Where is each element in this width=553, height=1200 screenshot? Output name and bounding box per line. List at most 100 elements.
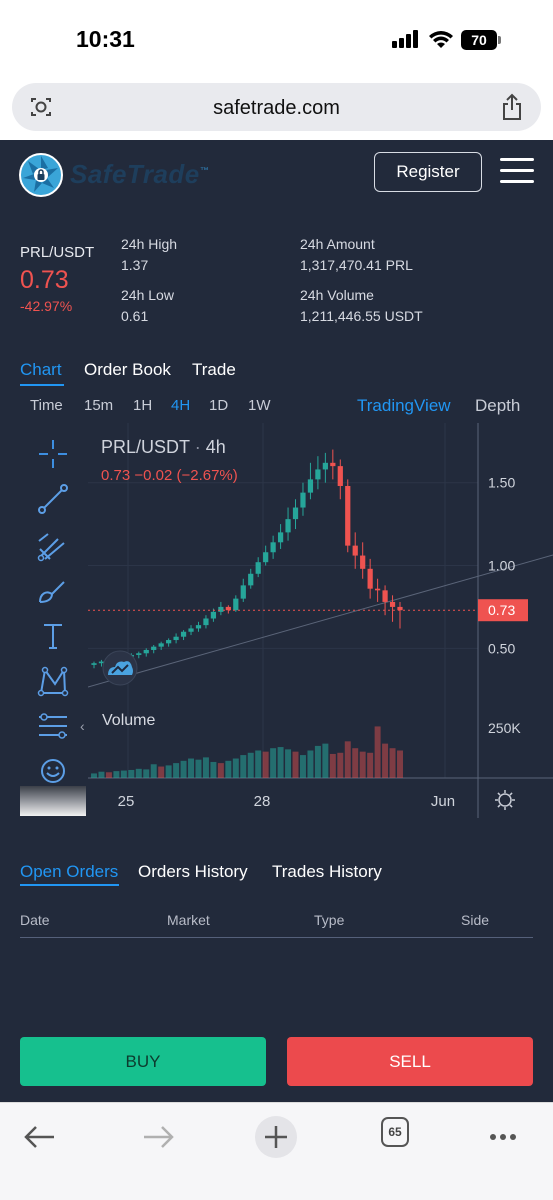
pair-name: PRL/USDT [20,244,95,261]
brush-icon[interactable] [36,574,70,608]
price-tick-label: 1.00 [488,558,515,574]
trend-line-icon[interactable] [36,482,70,516]
timeframe-1h[interactable]: 1H [133,397,152,414]
active-tab-indicator [20,384,64,386]
candle-body [292,507,299,520]
amount-label: 24h Amount [300,236,375,252]
tab-trade[interactable]: Trade [192,360,236,380]
pitchfork-icon[interactable] [36,529,70,563]
volume-bar [344,741,351,778]
buy-button[interactable]: BUY [20,1037,266,1086]
tab-open-orders[interactable]: Open Orders [20,862,118,882]
url-text[interactable]: safetrade.com [12,97,541,120]
tab-order-book[interactable]: Order Book [84,360,171,380]
measure-icon[interactable] [36,709,70,743]
candle-body [210,611,217,619]
volume-bar [188,758,195,778]
candle-body [270,542,276,553]
text-icon[interactable] [36,619,70,653]
crosshair-icon[interactable] [36,437,70,471]
timeframe-1w[interactable]: 1W [248,397,271,414]
volume-bar [299,755,306,778]
volume-label: 24h Volume [300,287,374,303]
low-value: 0.61 [121,308,149,324]
volume-bar [307,750,314,778]
volume-bar [225,760,232,778]
volume-bar [240,755,247,778]
settings-icon[interactable] [495,790,515,810]
current-price-label: 0.73 [488,602,515,618]
volume-bar [322,743,329,778]
volume-bar [98,771,105,778]
candle-body [166,640,172,644]
chart-title-pair: PRL/USDT [101,437,190,457]
candle-body [263,552,269,563]
url-bar[interactable]: safetrade.com [12,83,541,131]
volume-bar [232,758,239,778]
volume-bar [143,769,150,778]
volume-bar [150,764,157,778]
chart-title-interval: 4h [205,437,226,457]
candle-body [180,631,187,637]
volume-bar [329,753,336,778]
candle-body [322,462,328,470]
volume-bar [277,747,284,778]
candle-body [389,601,396,607]
back-icon[interactable] [18,1115,62,1159]
candle-body [300,492,306,508]
tab-chart[interactable]: Chart [20,360,62,380]
wifi-icon [429,31,453,48]
menu-icon[interactable] [500,158,534,184]
volume-bar [135,768,142,778]
sell-button[interactable]: SELL [287,1037,533,1086]
pattern-icon[interactable] [36,664,70,698]
tradingview-tab[interactable]: TradingView [357,396,451,416]
timeframe-1d[interactable]: 1D [209,397,228,414]
volume-tick-label: 250K [488,720,521,736]
share-icon[interactable] [501,93,523,121]
volume-bar [255,750,262,778]
tab-orders-history[interactable]: Orders History [138,862,248,882]
candle-body [315,469,321,480]
date-tick-label: Jun [431,793,455,810]
new-tab-icon[interactable] [254,1115,298,1159]
volume-bar [120,770,127,778]
candle-body [218,606,224,612]
timeframe-4h[interactable]: 4H [171,397,190,414]
tabs-count-icon[interactable]: 65 [381,1117,409,1147]
column-date: Date [20,912,50,928]
tradingview-logo-icon[interactable] [102,650,138,686]
volume-bar [382,743,389,778]
safetrade-logo[interactable]: SafeTrade™ [18,150,209,197]
candle-body [255,562,261,574]
depth-tab[interactable]: Depth [475,396,520,416]
table-header-divider [20,937,533,938]
volume-bar [314,745,321,778]
forward-icon[interactable] [136,1115,180,1159]
volume-bar [337,752,344,778]
tab-trades-history[interactable]: Trades History [272,862,382,882]
volume-bar [165,765,172,778]
volume-bar [374,726,381,778]
candle-body [382,590,388,602]
toolbar-collapse-icon[interactable]: ‹ [80,718,85,734]
volume-value: 1,211,446.55 USDT [300,308,423,324]
chart-ohlc: 0.73 −0.02 (−2.67%) [101,467,238,484]
date-tick-label: 28 [254,793,271,810]
column-type: Type [314,912,345,928]
volume-bar [270,748,277,778]
candle-body [352,545,358,556]
emoji-icon[interactable] [36,754,70,788]
time-label[interactable]: Time [30,397,63,414]
timeframe-15m[interactable]: 15m [84,397,113,414]
more-icon[interactable] [481,1115,525,1159]
candle-body [195,625,202,629]
toolbar-scroll-fade [20,786,86,816]
candle-body [285,519,291,533]
volume-pane-label: Volume [102,712,156,729]
volume-bar [217,763,224,778]
register-button[interactable]: Register [374,152,482,192]
price-tick-label: 1.50 [488,475,515,491]
exchange-page: SafeTrade™ Register PRL/USDT 0.73 -42.97… [0,140,553,1102]
volume-bar [247,752,254,778]
